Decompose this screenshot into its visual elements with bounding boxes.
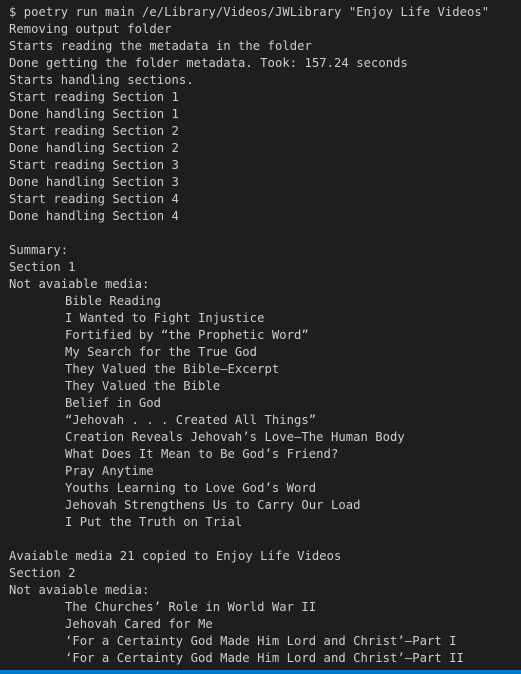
missing-media-item: The Churches’ Role in World War II: [65, 600, 317, 614]
missing-media-item: My Search for the True God: [65, 345, 258, 359]
log-line: Done getting the folder metadata. Took: …: [9, 56, 408, 70]
log-line: Starts handling sections.: [9, 73, 194, 87]
missing-media-item: Belief in God: [65, 396, 162, 410]
status-bar-strip: [0, 670, 521, 674]
missing-media-item: “Jehovah . . . Created All Things”: [65, 413, 317, 427]
summary-label: Summary:: [9, 243, 69, 257]
log-line: Start reading Section 2: [9, 124, 179, 138]
log-line: Removing output folder: [9, 22, 172, 36]
missing-media-item: I Wanted to Fight Injustice: [65, 311, 265, 325]
log-line: Starts reading the metadata in the folde…: [9, 39, 312, 53]
terminal-output[interactable]: $ poetry run main /e/Library/Videos/JWLi…: [0, 0, 521, 674]
missing-media-item: They Valued the Bible—Excerpt: [65, 362, 280, 376]
missing-media-item: Jehovah Strengthens Us to Carry Our Load: [65, 498, 361, 512]
log-line: Done handling Section 1: [9, 107, 179, 121]
log-line: Done handling Section 3: [9, 175, 179, 189]
missing-media-item: They Valued the Bible: [65, 379, 221, 393]
log-line: Start reading Section 1: [9, 90, 179, 104]
missing-media-item: I Put the Truth on Trial: [65, 515, 243, 529]
command-line: $ poetry run main /e/Library/Videos/JWLi…: [9, 5, 490, 19]
missing-media-item: ‘For a Certainty God Made Him Lord and C…: [65, 651, 464, 665]
missing-media-item: What Does It Mean to Be God’s Friend?: [65, 447, 339, 461]
missing-media-item: Bible Reading: [65, 294, 162, 308]
missing-media-item: Creation Reveals Jehovah’s Love—The Huma…: [65, 430, 405, 444]
section-2-title: Section 2: [9, 566, 76, 580]
log-line: Done handling Section 2: [9, 141, 179, 155]
log-line: Start reading Section 4: [9, 192, 179, 206]
missing-media-item: Pray Anytime: [65, 464, 154, 478]
missing-media-item: Jehovah Cared for Me: [65, 617, 213, 631]
log-line: Start reading Section 3: [9, 158, 179, 172]
section-1-title: Section 1: [9, 260, 76, 274]
section-1-copied-summary: Avaiable media 21 copied to Enjoy Life V…: [9, 549, 342, 563]
missing-media-item: ‘For a Certainty God Made Him Lord and C…: [65, 634, 457, 648]
section-2-not-available-label: Not avaiable media:: [9, 583, 150, 597]
section-1-not-available-label: Not avaiable media:: [9, 277, 150, 291]
missing-media-item: Fortified by “the Prophetic Word”: [65, 328, 309, 342]
missing-media-item: Youths Learning to Love God’s Word: [65, 481, 317, 495]
log-line: Done handling Section 4: [9, 209, 179, 223]
